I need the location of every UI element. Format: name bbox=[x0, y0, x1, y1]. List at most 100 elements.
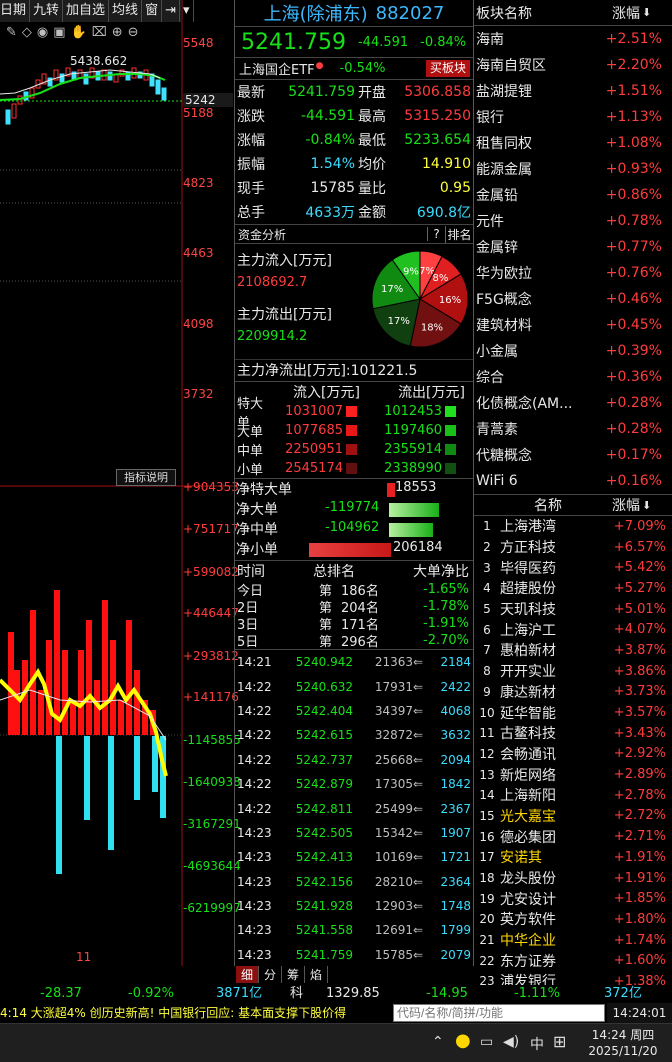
help-button[interactable]: ? bbox=[427, 227, 445, 241]
tab-minute[interactable]: 分 bbox=[259, 966, 283, 983]
stock-pct: +1.85% bbox=[613, 891, 666, 907]
net-value: 18553 bbox=[395, 480, 437, 495]
sector-row[interactable]: 华为欧拉 +0.76% bbox=[474, 260, 672, 286]
sector-row[interactable]: 海南自贸区 +2.20% bbox=[474, 52, 672, 78]
sector-row[interactable]: 海南 +2.51% bbox=[474, 26, 672, 52]
hand-icon[interactable]: ✋ bbox=[71, 25, 87, 40]
tab-window[interactable]: 窗 bbox=[142, 0, 163, 22]
network-icon[interactable]: ▭ bbox=[480, 1034, 493, 1050]
tick-row[interactable]: 14:22 5242.879 17305 ⇐ 1842 bbox=[235, 772, 473, 796]
system-clock[interactable]: 14:24 周四 2025/11/20 bbox=[578, 1027, 668, 1059]
stock-row[interactable]: 8 开开实业 +3.86% bbox=[474, 661, 672, 682]
stock-row[interactable]: 6 上海沪工 +4.07% bbox=[474, 619, 672, 640]
stock-row[interactable]: 18 龙头股份 +1.91% bbox=[474, 868, 672, 889]
stock-row[interactable]: 10 延华智能 +3.57% bbox=[474, 702, 672, 723]
stock-row[interactable]: 16 德必集团 +2.71% bbox=[474, 826, 672, 847]
sector-row[interactable]: 金属铅 +0.86% bbox=[474, 182, 672, 208]
col-stock-pct[interactable]: 涨幅 bbox=[612, 495, 640, 515]
stock-row[interactable]: 14 上海新阳 +2.78% bbox=[474, 785, 672, 806]
tick-price: 5242.404 bbox=[295, 703, 353, 718]
sector-row[interactable]: WiFi 6 +0.16% bbox=[474, 468, 672, 494]
sector-row[interactable]: 青蒿素 +0.28% bbox=[474, 416, 672, 442]
stock-row[interactable]: 20 英方软件 +1.80% bbox=[474, 909, 672, 930]
tab-date[interactable]: 日期 bbox=[0, 0, 31, 22]
tick-row[interactable]: 14:22 5242.737 25668 ⇐ 2094 bbox=[235, 748, 473, 772]
indicator-help-button[interactable]: 指标说明 bbox=[116, 469, 176, 486]
etf-name[interactable]: 上海国企ETF bbox=[239, 59, 315, 78]
sort-down-icon[interactable]: ⬇ bbox=[642, 499, 651, 512]
search-input[interactable] bbox=[393, 1004, 605, 1022]
sector-row[interactable]: 建筑材料 +0.45% bbox=[474, 312, 672, 338]
sector-row[interactable]: 小金属 +0.39% bbox=[474, 338, 672, 364]
chart-icon-row: ✎ ◇ ◉ ▣ ✋ ⌧ ⊕ ⊖ bbox=[0, 22, 182, 42]
stock-row[interactable]: 13 新炬网络 +2.89% bbox=[474, 764, 672, 785]
tick-row[interactable]: 14:22 5242.404 34397 ⇐ 4068 bbox=[235, 699, 473, 723]
stock-row[interactable]: 2 方正科技 +6.57% bbox=[474, 537, 672, 558]
zoom-out-icon[interactable]: ⊖ bbox=[128, 25, 139, 40]
tick-row[interactable]: 14:23 5241.558 12691 ⇐ 1799 bbox=[235, 918, 473, 942]
stock-row[interactable]: 21 中华企业 +1.74% bbox=[474, 930, 672, 951]
stock-row[interactable]: 4 超捷股份 +5.27% bbox=[474, 578, 672, 599]
tick-row[interactable]: 14:22 5240.632 17931 ⇐ 2422 bbox=[235, 674, 473, 698]
sector-row[interactable]: 盐湖提锂 +1.51% bbox=[474, 78, 672, 104]
stock-row[interactable]: 22 东方证券 +1.60% bbox=[474, 950, 672, 971]
chevron-up-icon[interactable]: ⌃ bbox=[432, 1034, 444, 1050]
stock-row[interactable]: 15 光大嘉宝 +2.72% bbox=[474, 806, 672, 827]
zoom-in-icon[interactable]: ⊕ bbox=[112, 25, 123, 40]
col-sector-name[interactable]: 板块名称 bbox=[474, 3, 612, 23]
stock-row[interactable]: 19 尤安设计 +1.85% bbox=[474, 888, 672, 909]
app-tray-icon[interactable]: ● bbox=[455, 1030, 471, 1051]
volume-icon[interactable]: ◀) bbox=[503, 1034, 519, 1050]
tab-chips[interactable]: 筹 bbox=[282, 966, 306, 983]
tick-row[interactable]: 14:23 5242.505 15342 ⇐ 1907 bbox=[235, 821, 473, 845]
news-text[interactable]: 4:14 大涨超4% 创历史新高! 中国银行回应: 基本面支撑下股价得 bbox=[0, 1003, 392, 1023]
tab-jiuzhuan[interactable]: 九转 bbox=[30, 0, 64, 22]
tab-flame[interactable]: 焰 bbox=[305, 966, 329, 983]
tick-row[interactable]: 14:23 5242.413 10169 ⇐ 1721 bbox=[235, 845, 473, 869]
tick-row[interactable]: 14:23 5241.759 15785 ⇐ 2079 bbox=[235, 943, 473, 967]
ime-indicator[interactable]: 中 bbox=[530, 1034, 544, 1054]
stock-row[interactable]: 3 毕得医药 +5.42% bbox=[474, 557, 672, 578]
stock-row[interactable]: 7 惠柏新材 +3.87% bbox=[474, 640, 672, 661]
stock-row[interactable]: 11 古鳌科技 +3.43% bbox=[474, 723, 672, 744]
tab-detail[interactable]: 细 bbox=[236, 966, 260, 983]
stock-row[interactable]: 5 天玑科技 +5.01% bbox=[474, 599, 672, 620]
sector-row[interactable]: 金属锌 +0.77% bbox=[474, 234, 672, 260]
col-stock-name[interactable]: 名称 bbox=[474, 495, 612, 515]
main-net-outflow: 主力净流出[万元]:101221.5 bbox=[235, 359, 473, 381]
sector-row[interactable]: 化债概念(AM... +0.28% bbox=[474, 390, 672, 416]
tick-row[interactable]: 14:22 5242.615 32872 ⇐ 3632 bbox=[235, 723, 473, 747]
stock-row[interactable]: 17 安诺其 +1.91% bbox=[474, 847, 672, 868]
sort-down-icon[interactable]: ⬇ bbox=[642, 6, 651, 19]
trash-icon[interactable]: ⌧ bbox=[92, 25, 107, 40]
pen-icon[interactable]: ✎ bbox=[6, 25, 17, 40]
chevron-down-icon[interactable]: ▾ bbox=[180, 0, 194, 22]
tab-moving-average[interactable]: 均线 bbox=[109, 0, 143, 22]
lock-icon[interactable]: ▣ bbox=[53, 25, 65, 40]
tag-icon[interactable]: ◇ bbox=[22, 25, 32, 40]
stock-row[interactable]: 12 会畅通讯 +2.92% bbox=[474, 744, 672, 765]
sector-row[interactable]: 租售同权 +1.08% bbox=[474, 130, 672, 156]
tick-row[interactable]: 14:23 5241.928 12903 ⇐ 1748 bbox=[235, 894, 473, 918]
rank-button[interactable]: 排名 bbox=[445, 225, 473, 243]
buy-sector-button[interactable]: 买板块 bbox=[425, 60, 470, 77]
col-sector-pct[interactable]: 涨幅 bbox=[612, 3, 640, 23]
tick-row[interactable]: 14:23 5242.156 28210 ⇐ 2364 bbox=[235, 870, 473, 894]
tab-add-watchlist[interactable]: 加自选 bbox=[63, 0, 110, 22]
stock-row[interactable]: 9 康达新材 +3.73% bbox=[474, 682, 672, 703]
price-change: -44.591 bbox=[357, 34, 409, 50]
sector-row[interactable]: 能源金属 +0.93% bbox=[474, 156, 672, 182]
sector-row[interactable]: 元件 +0.78% bbox=[474, 208, 672, 234]
tick-row[interactable]: 14:21 5240.942 21363 ⇐ 2184 bbox=[235, 650, 473, 674]
tick-row[interactable]: 14:22 5242.811 25499 ⇐ 2367 bbox=[235, 796, 473, 820]
arrow-right-icon[interactable]: ⇥ bbox=[162, 0, 180, 22]
ime-grid-icon[interactable]: ⊞ bbox=[553, 1032, 566, 1051]
stock-row[interactable]: 1 上海港湾 +7.09% bbox=[474, 516, 672, 537]
tick-list[interactable]: 14:21 5240.942 21363 ⇐ 2184 14:22 5240.632 1793… bbox=[235, 649, 473, 967]
sector-row[interactable]: F5G概念 +0.46% bbox=[474, 286, 672, 312]
sector-row-pct: +0.76% bbox=[605, 265, 662, 281]
sector-row[interactable]: 银行 +1.13% bbox=[474, 104, 672, 130]
eye-icon[interactable]: ◉ bbox=[37, 25, 48, 40]
sector-row[interactable]: 综合 +0.36% bbox=[474, 364, 672, 390]
sector-row[interactable]: 代糖概念 +0.17% bbox=[474, 442, 672, 468]
